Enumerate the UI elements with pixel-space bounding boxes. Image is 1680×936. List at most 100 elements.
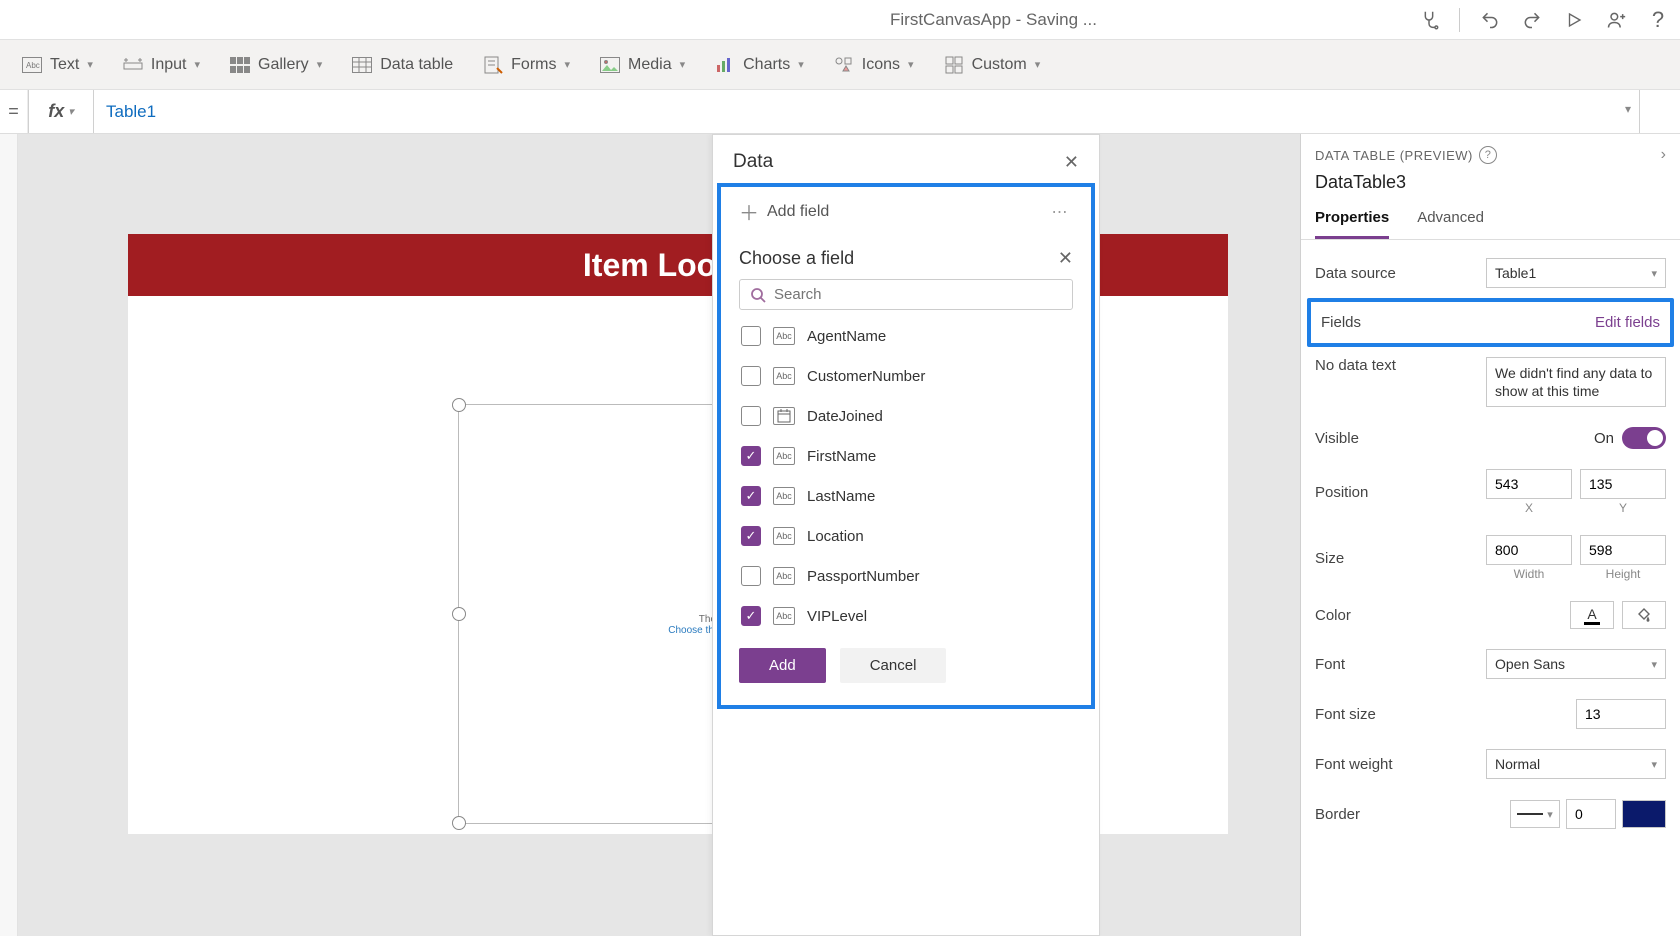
ribbon-datatable-label: Data table bbox=[380, 56, 453, 74]
text-type-icon: Abc bbox=[773, 567, 795, 585]
field-checkbox[interactable] bbox=[741, 406, 761, 426]
ribbon-gallery[interactable]: Gallery▾ bbox=[230, 55, 322, 75]
border-style-select[interactable]: ▾ bbox=[1510, 800, 1560, 828]
visible-toggle[interactable] bbox=[1622, 427, 1666, 449]
field-item[interactable]: AbcAgentName bbox=[739, 316, 1073, 356]
play-preview-button[interactable] bbox=[1562, 8, 1586, 32]
chevron-right-icon[interactable]: › bbox=[1661, 146, 1666, 164]
border-width-input[interactable] bbox=[1566, 799, 1616, 829]
ribbon-media-label: Media bbox=[628, 56, 672, 74]
more-options-icon[interactable]: ⋯ bbox=[1047, 202, 1073, 222]
help-button[interactable]: ? bbox=[1646, 8, 1670, 32]
field-checkbox[interactable] bbox=[741, 366, 761, 386]
field-item[interactable]: ✓AbcVIPLevel bbox=[739, 596, 1073, 636]
undo-button[interactable] bbox=[1478, 8, 1502, 32]
health-check-icon[interactable] bbox=[1417, 8, 1441, 32]
fontweight-select[interactable]: Normal▾ bbox=[1486, 749, 1666, 779]
field-item[interactable]: DateJoined bbox=[739, 396, 1073, 436]
field-checkbox[interactable]: ✓ bbox=[741, 446, 761, 466]
field-item[interactable]: AbcCustomerNumber bbox=[739, 356, 1073, 396]
app-top-bar: FirstCanvasApp - Saving ... ? bbox=[0, 0, 1680, 40]
formula-equals: = bbox=[0, 90, 28, 133]
font-select[interactable]: Open Sans▾ bbox=[1486, 649, 1666, 679]
field-name-label: AgentName bbox=[807, 328, 886, 345]
fields-label: Fields bbox=[1321, 314, 1361, 331]
data-panel-title: Data bbox=[733, 151, 773, 173]
ribbon-forms[interactable]: Forms▾ bbox=[483, 55, 570, 75]
text-type-icon: Abc bbox=[773, 447, 795, 465]
add-button[interactable]: Add bbox=[739, 648, 826, 683]
fill-color-button[interactable] bbox=[1622, 601, 1666, 629]
close-icon[interactable]: ✕ bbox=[1064, 152, 1079, 173]
size-height-input[interactable] bbox=[1580, 535, 1666, 565]
add-field-label: Add field bbox=[767, 203, 829, 221]
separator bbox=[1459, 8, 1460, 32]
tab-properties[interactable]: Properties bbox=[1315, 201, 1389, 239]
position-x-input[interactable] bbox=[1486, 469, 1572, 499]
position-label: Position bbox=[1315, 484, 1368, 501]
cancel-button[interactable]: Cancel bbox=[840, 648, 947, 683]
ribbon-text[interactable]: Abc Text▾ bbox=[22, 55, 93, 75]
formula-fx-button[interactable]: fx▾ bbox=[28, 90, 94, 133]
position-y-input[interactable] bbox=[1580, 469, 1666, 499]
ribbon-media[interactable]: Media▾ bbox=[600, 55, 685, 75]
add-field-row[interactable]: ＋ Add field ⋯ bbox=[717, 183, 1095, 236]
border-color-swatch[interactable] bbox=[1622, 800, 1666, 828]
resize-handle[interactable] bbox=[452, 816, 466, 830]
field-search[interactable] bbox=[739, 279, 1073, 310]
left-rail[interactable] bbox=[0, 134, 18, 936]
tab-advanced[interactable]: Advanced bbox=[1417, 201, 1484, 239]
font-color-button[interactable]: A bbox=[1570, 601, 1614, 629]
formula-value: Table1 bbox=[106, 102, 156, 122]
nodata-text-input[interactable]: We didn't find any data to show at this … bbox=[1486, 357, 1666, 407]
field-checkbox[interactable]: ✓ bbox=[741, 606, 761, 626]
text-icon: Abc bbox=[22, 55, 42, 75]
datasource-select[interactable]: Table1▾ bbox=[1486, 258, 1666, 288]
close-icon[interactable]: ✕ bbox=[1058, 248, 1073, 269]
info-icon[interactable]: ? bbox=[1479, 146, 1497, 164]
ribbon-custom[interactable]: Custom▾ bbox=[944, 55, 1041, 75]
plus-icon: ＋ bbox=[739, 197, 759, 226]
nodata-label: No data text bbox=[1315, 357, 1396, 374]
ribbon-charts[interactable]: Charts▾ bbox=[715, 55, 804, 75]
ribbon-forms-label: Forms bbox=[511, 56, 556, 74]
formula-input[interactable]: Table1 ▾ bbox=[94, 90, 1640, 133]
visible-label: Visible bbox=[1315, 430, 1359, 447]
size-label: Size bbox=[1315, 550, 1344, 567]
text-type-icon: Abc bbox=[773, 487, 795, 505]
field-item[interactable]: AbcPassportNumber bbox=[739, 556, 1073, 596]
charts-icon bbox=[715, 55, 735, 75]
size-width-input[interactable] bbox=[1486, 535, 1572, 565]
field-item[interactable]: ✓ Abc LastName bbox=[739, 476, 1073, 516]
search-input[interactable] bbox=[774, 286, 1062, 303]
field-item[interactable]: ✓AbcLocation bbox=[739, 516, 1073, 556]
field-name-label: LastName bbox=[807, 488, 875, 505]
fontsize-input[interactable] bbox=[1576, 699, 1666, 729]
properties-panel: DATA TABLE (PREVIEW) ? › DataTable3 Prop… bbox=[1300, 134, 1680, 936]
datasource-value: Table1 bbox=[1495, 265, 1536, 281]
media-icon bbox=[600, 55, 620, 75]
resize-handle[interactable] bbox=[452, 398, 466, 412]
ribbon-datatable[interactable]: Data table bbox=[352, 55, 453, 75]
field-checkbox[interactable]: ✓ bbox=[741, 486, 761, 506]
ribbon-icons[interactable]: Icons▾ bbox=[834, 55, 914, 75]
redo-button[interactable] bbox=[1520, 8, 1544, 32]
window-title: FirstCanvasApp - Saving ... bbox=[890, 10, 1097, 30]
field-name-label: Location bbox=[807, 528, 864, 545]
formula-expand-icon[interactable]: ▾ bbox=[1625, 102, 1631, 116]
search-icon bbox=[750, 287, 766, 303]
field-item[interactable]: ✓AbcFirstName bbox=[739, 436, 1073, 476]
resize-handle[interactable] bbox=[452, 607, 466, 621]
edit-fields-link[interactable]: Edit fields bbox=[1595, 314, 1660, 331]
width-sublabel: Width bbox=[1486, 567, 1572, 581]
field-checkbox[interactable]: ✓ bbox=[741, 526, 761, 546]
icons-icon bbox=[834, 55, 854, 75]
ribbon-charts-label: Charts bbox=[743, 56, 790, 74]
field-checkbox[interactable] bbox=[741, 566, 761, 586]
ribbon-input[interactable]: Input▾ bbox=[123, 55, 200, 75]
field-checkbox[interactable] bbox=[741, 326, 761, 346]
canvas-area[interactable]: Item Lookup There are no field Choose th… bbox=[18, 134, 1300, 936]
fontsize-label: Font size bbox=[1315, 706, 1376, 723]
color-label: Color bbox=[1315, 607, 1351, 624]
share-button[interactable] bbox=[1604, 8, 1628, 32]
